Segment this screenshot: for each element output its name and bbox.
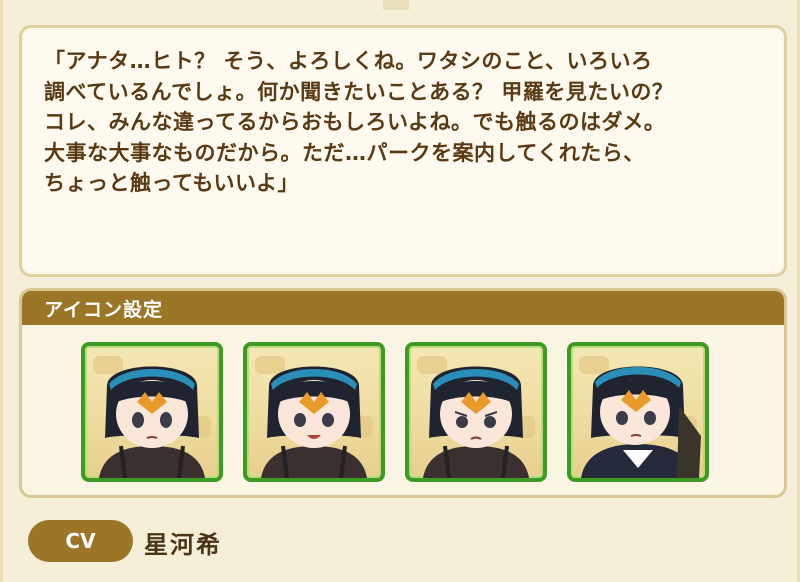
character-portrait-icon <box>99 366 205 478</box>
character-portrait-icon <box>261 366 367 478</box>
icon-option-3[interactable] <box>405 342 547 482</box>
icon-settings-panel: アイコン設定 <box>19 288 787 498</box>
icon-option-2[interactable] <box>243 342 385 482</box>
top-divider <box>383 0 409 10</box>
cv-badge: CV <box>28 520 133 562</box>
icon-list <box>81 342 709 482</box>
icon-settings-title: アイコン設定 <box>44 299 164 321</box>
profile-window: 「アナタ…ヒト？ そう、よろしくね。ワタシのこと、いろいろ 調べているんでしょ。… <box>0 0 800 582</box>
dialogue-box: 「アナタ…ヒト？ そう、よろしくね。ワタシのこと、いろいろ 調べているんでしょ。… <box>19 25 787 277</box>
character-portrait-icon <box>581 366 701 478</box>
character-portrait-icon <box>423 366 529 478</box>
dialogue-text: 「アナタ…ヒト？ そう、よろしくね。ワタシのこと、いろいろ 調べているんでしょ。… <box>44 49 674 195</box>
voice-actor-name: 星河希 <box>144 531 222 559</box>
icon-settings-header: アイコン設定 <box>22 291 784 325</box>
icon-option-1[interactable] <box>81 342 223 482</box>
icon-option-4[interactable] <box>567 342 709 482</box>
